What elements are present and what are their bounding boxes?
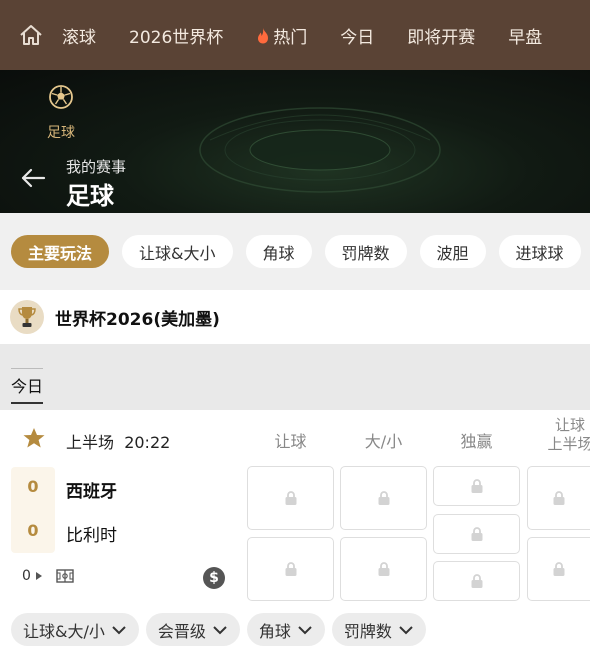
odds-cell-away-win[interactable] [433,514,520,554]
filter-chip-cards[interactable]: 罚牌数 [324,235,407,268]
chevron-down-icon [298,625,312,634]
filter-chip-goals[interactable]: 进球球 [498,235,581,268]
col-head-handicap: 让球 [274,432,307,451]
nav-worldcup-2026[interactable]: 2026世界杯 [129,23,223,48]
nav-today[interactable]: 今日 [340,23,374,48]
match-time: 20:22 [124,433,171,452]
nav-early[interactable]: 早盘 [508,23,542,48]
home-score: 0 [27,477,39,496]
back-arrow-icon[interactable] [18,166,48,190]
col-head-moneyline: 独赢 [460,432,493,451]
stadium-graphic [199,107,441,193]
match-card: 上半场 20:22 让球 大/小 独赢 让球 上半场 0 0 西班牙 比利时 0… [0,410,590,659]
pitch-stats-icon[interactable] [56,569,74,583]
lock-icon [471,574,482,588]
nav-hot-label: 热门 [273,27,308,48]
home-button[interactable] [0,0,62,70]
nav-hot[interactable]: 热门 [256,23,307,48]
lock-icon [285,491,296,505]
league-name: 世界杯2026(美加墨) [55,309,220,330]
football-icon [49,85,73,109]
match-period: 上半场 [66,433,115,452]
odds-cell-over[interactable] [340,466,427,530]
market-chip-label: 会晋级 [157,621,206,641]
sport-tab-football[interactable]: 足球 [38,84,84,142]
more-markets-count: 0 [22,568,31,584]
hero-subtitle: 我的赛事 [66,158,127,176]
cashout-dollar-icon[interactable]: $ [203,567,225,589]
odds-cell-draw[interactable] [433,561,520,601]
odds-cell-1h-handicap-away[interactable] [527,537,590,601]
market-filter-bar: 主要玩法 让球&大小 角球 罚牌数 波胆 进球球 [0,213,590,290]
col-head-1h-handicap: 让球 上半场 [530,416,590,454]
filter-chip-corners[interactable]: 角球 [245,235,312,268]
col-head-over-under: 大/小 [364,432,403,451]
lock-icon [553,491,565,505]
market-chip-handicap-ou[interactable]: 让球&大/小 [11,613,139,646]
lock-icon [553,562,565,576]
market-chip-corners[interactable]: 角球 [246,613,325,646]
market-chip-to-qualify[interactable]: 会晋级 [145,613,240,646]
trophy-icon [10,300,44,334]
date-bar: 今日 [0,344,590,410]
odds-cell-1h-handicap-home[interactable] [527,466,590,530]
chevron-down-icon [112,625,126,634]
col-head-1h-line1: 让球 [554,416,585,434]
fire-icon [258,27,269,43]
league-header[interactable]: 世界杯2026(美加墨) [0,290,590,344]
score-box: 0 0 [11,467,55,553]
favorite-star-icon[interactable] [22,426,46,450]
filter-chip-correct-score[interactable]: 波胆 [419,235,486,268]
top-nav: 滚球 2026世界杯 热门 今日 即将开赛 早盘 [0,0,590,70]
market-chip-label: 角球 [258,621,291,641]
hero-banner: 足球 我的赛事 足球 [0,70,590,213]
market-chip-label: 罚牌数 [343,621,392,641]
match-clock: 上半场 20:22 [66,429,170,453]
market-chip-label: 让球&大/小 [23,621,105,641]
home-icon [20,25,42,45]
page-title: 足球 [66,182,114,210]
lock-icon [471,479,482,493]
more-markets-toggle[interactable]: 0 [22,568,74,584]
lock-icon [378,491,389,505]
lock-icon [471,527,482,541]
home-team: 西班牙 [66,482,117,502]
odds-cell-handicap-away[interactable] [247,537,334,601]
filter-chip-main[interactable]: 主要玩法 [11,235,110,268]
nav-upcoming[interactable]: 即将开赛 [407,23,475,48]
odds-cell-home-win[interactable] [433,466,520,506]
col-head-1h-line2: 上半场 [547,435,590,453]
away-team: 比利时 [66,526,117,546]
lock-icon [378,562,389,576]
odds-cell-under[interactable] [340,537,427,601]
odds-cell-handicap-home[interactable] [247,466,334,530]
date-tab-today[interactable]: 今日 [11,368,44,404]
nav-live[interactable]: 滚球 [62,23,96,48]
chevron-down-icon [399,625,413,634]
play-triangle-icon [35,572,42,580]
away-score: 0 [27,521,39,540]
match-market-chips: 让球&大/小 会晋级 角球 罚牌数 [11,613,433,646]
market-chip-cards[interactable]: 罚牌数 [331,613,426,646]
sport-tab-label: 足球 [47,125,75,141]
lock-icon [285,562,296,576]
filter-chip-handicap-ou[interactable]: 让球&大小 [122,235,233,268]
chevron-down-icon [213,625,227,634]
